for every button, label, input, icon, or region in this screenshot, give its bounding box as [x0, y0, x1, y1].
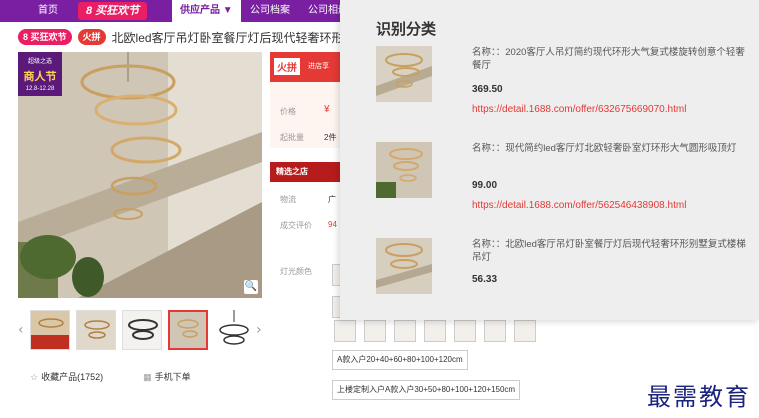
favorite-button[interactable]: ☆ 收藏产品(1752): [30, 370, 103, 383]
mobile-order-button[interactable]: ▦ 手机下单: [143, 370, 191, 383]
result-name: 名称：：北欧led客厅吊灯卧室餐厅灯后现代轻奢环形别墅复式楼梯吊灯: [472, 239, 746, 263]
thumb-prev-icon[interactable]: ‹: [18, 322, 24, 338]
festival-badge: 超级之选 商人节 12.8-12.28: [18, 52, 62, 96]
result-thumbnail[interactable]: [376, 46, 432, 102]
star-icon: ☆: [30, 372, 39, 382]
festival-badge-line3: 12.8-12.28: [25, 86, 55, 92]
result-thumbnail[interactable]: [376, 238, 432, 294]
qr-code-icon: ▦: [143, 372, 152, 382]
result-name: 名称：：2020客厅人吊灯简约现代环形大气复式楼旋转创意个轻奢餐厅: [472, 47, 745, 71]
price-symbol: ¥: [324, 104, 330, 115]
color-option[interactable]: [484, 320, 506, 342]
festival-badge-line1: 超级之选: [27, 59, 52, 65]
nav-supply-products[interactable]: 供应产品 ▼: [172, 0, 241, 22]
nav-promo-badge[interactable]: 8 买狂欢节: [78, 2, 148, 20]
thumbnail-selected[interactable]: [168, 310, 208, 350]
mobile-order-label: 手机下单: [154, 372, 191, 382]
thumb-next-icon[interactable]: ›: [256, 322, 262, 338]
product-title-row: 8 买狂欢节 火拼 北欧led客厅吊灯卧室餐厅灯后现代轻奢环形创: [18, 28, 356, 46]
panel-title: 识别分类: [376, 21, 437, 38]
light-color-label: 灯光颜色: [280, 267, 312, 276]
color-option[interactable]: [454, 320, 476, 342]
result-item[interactable]: 名称：：2020客厅人吊灯简约现代环形大气复式楼旋转创意个轻奢餐厅 369.50…: [376, 46, 756, 126]
favorite-label: 收藏产品(1752): [41, 372, 104, 382]
result-thumbnail[interactable]: [376, 142, 432, 198]
color-option[interactable]: [364, 320, 386, 342]
thumbnail[interactable]: [30, 310, 70, 350]
review-label: 成交评价: [280, 221, 312, 230]
size-option-custom[interactable]: 上楼定制入户A款入户30+50+80+100+120+150cm: [332, 380, 521, 400]
color-option[interactable]: [334, 320, 356, 342]
thumbnail[interactable]: [76, 310, 116, 350]
flash-sale-text: 进店享: [308, 63, 329, 70]
price-label: 价格: [280, 107, 296, 116]
main-product-image[interactable]: 超级之选 商人节 12.8-12.28 🔍: [18, 52, 262, 298]
product-title: 北欧led客厅吊灯卧室餐厅灯后现代轻奢环形创: [111, 30, 356, 45]
thumbnail-strip: ‹ ›: [18, 310, 268, 350]
recognition-panel: 识别分类 名称：：2020客厅人吊灯简约现代环形大气复式楼旋转创意个轻奢餐厅 3…: [340, 0, 759, 320]
size-option-a[interactable]: A款入户20+40+60+80+100+120cm: [332, 350, 468, 370]
shipping-label: 物流: [280, 195, 296, 204]
store-label: 精选之店: [276, 167, 308, 176]
thumbnail[interactable]: [214, 310, 254, 350]
result-item[interactable]: 名称：：现代简约led客厅灯北欧轻奢卧室灯环形大气圆形吸顶灯 99.00 htt…: [376, 142, 756, 222]
festival-badge-line2: 商人节: [23, 71, 57, 83]
color-option[interactable]: [424, 320, 446, 342]
color-option[interactable]: [514, 320, 536, 342]
result-link[interactable]: https://detail.1688.com/offer/6326756690…: [472, 104, 686, 115]
review-value: 94: [328, 220, 337, 229]
result-price: 56.33: [472, 274, 498, 285]
result-link[interactable]: https://detail.1688.com/offer/5625464389…: [472, 200, 686, 211]
thumbnail[interactable]: [122, 310, 162, 350]
flash-badge: 火拼: [77, 29, 106, 45]
page: 首页 8 买狂欢节 供应产品 ▼ 公司档案 公司相册 8 买狂欢节 火拼 北欧l…: [0, 0, 759, 418]
shipping-value: 广: [328, 195, 336, 204]
nav-home[interactable]: 首页: [38, 0, 58, 22]
min-qty-value: 2件: [324, 133, 337, 142]
flash-sale-logo: 火拼: [274, 58, 300, 75]
result-price: 369.50: [472, 84, 503, 95]
nav-company-archive[interactable]: 公司档案: [250, 0, 290, 22]
result-name: 名称：：现代简约led客厅灯北欧轻奢卧室灯环形大气圆形吸顶灯: [472, 143, 737, 154]
min-qty-label: 起批量: [280, 133, 304, 142]
product-actions: ☆ 收藏产品(1752) ▦ 手机下单: [30, 370, 191, 383]
color-option[interactable]: [394, 320, 416, 342]
result-price: 99.00: [472, 180, 498, 191]
result-item[interactable]: 名称：：北欧led客厅吊灯卧室餐厅灯后现代轻奢环形别墅复式楼梯吊灯 56.33: [376, 238, 756, 318]
promo-badge: 8 买狂欢节: [18, 29, 72, 45]
watermark-logo: 最需教育: [647, 383, 751, 411]
zoom-icon[interactable]: 🔍: [244, 280, 258, 294]
